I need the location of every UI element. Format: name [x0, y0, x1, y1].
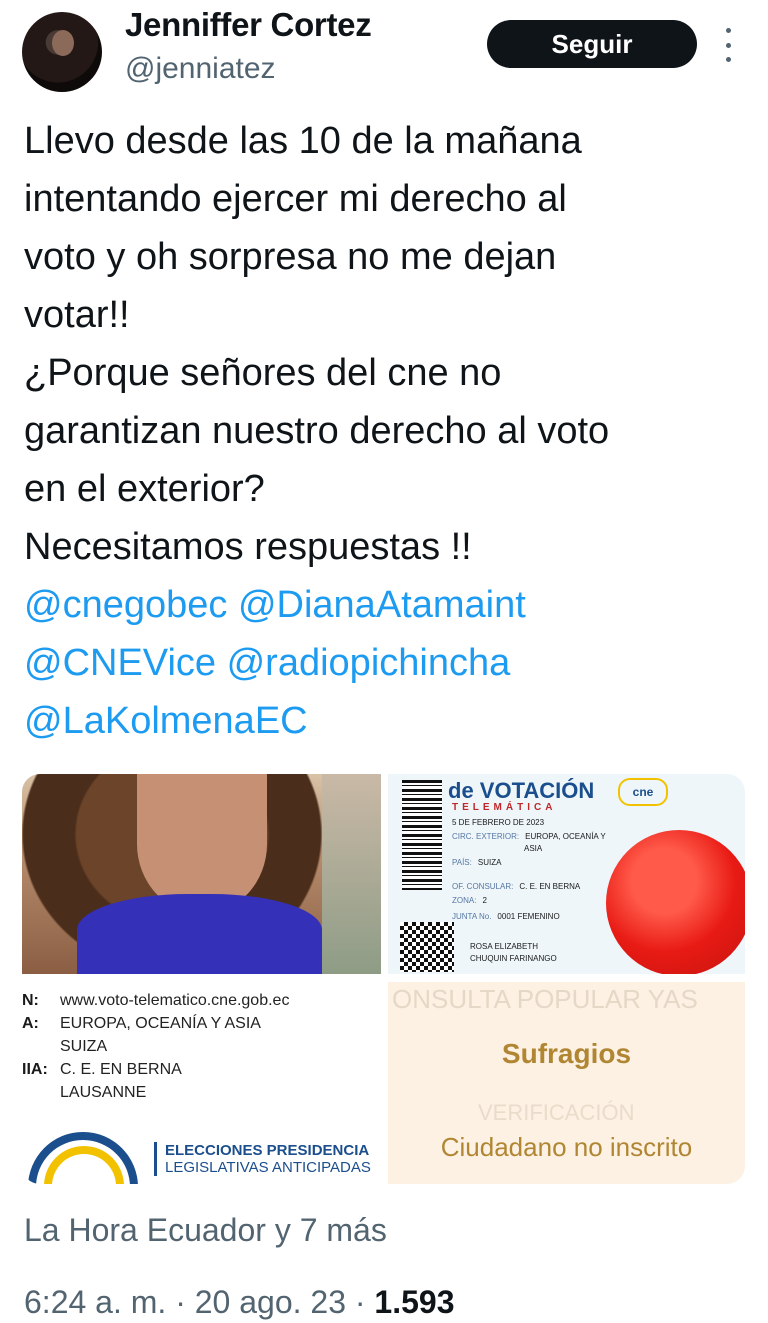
sufragios-title: Sufragios: [501, 1038, 632, 1069]
sufragios-thumbnail[interactable]: ONSULTA POPULAR YAS Sufragios VERIFICACI…: [388, 982, 745, 1184]
tweet-header: Jenniffer Cortez @jenniatez Seguir: [0, 0, 768, 110]
election-line-2: LEGISLATIVAS ANTICIPADAS: [165, 1159, 371, 1176]
mention-link[interactable]: @cnegobec: [24, 584, 227, 626]
certificate-subtitle: TELEMÁTICA: [452, 802, 557, 813]
certificate-consular: OF. CONSULAR: C. E. EN BERNA: [452, 882, 581, 891]
certificate-zona: ZONA: 2: [452, 896, 487, 905]
more-options-icon[interactable]: [720, 28, 736, 62]
separator: ·: [345, 1284, 375, 1320]
separator: ·: [166, 1284, 195, 1320]
barcode-image: [402, 780, 442, 890]
cne-logo: cne: [618, 778, 668, 806]
election-banner: ELECCIONES PRESIDENCIA LEGISLATIVAS ANTI…: [154, 1142, 371, 1176]
faint-heading: ONSULTA POPULAR YAS: [392, 984, 698, 1014]
qr-code-image: [400, 922, 454, 972]
faint-verification: VERIFICACIÓN: [478, 1100, 635, 1125]
certificate-title: de VOTACIÓN: [448, 778, 595, 803]
mention-link[interactable]: @DianaAtamaint: [238, 584, 526, 626]
follow-button[interactable]: Seguir: [487, 20, 697, 68]
certificate-signer: CHUQUIN FARINANGO: [470, 954, 557, 963]
tweet-time[interactable]: 6:24 a. m.: [24, 1284, 166, 1320]
mention-line: @cnegobec @DianaAtamaint: [24, 576, 754, 634]
tweet-date[interactable]: 20 ago. 23: [195, 1284, 346, 1320]
tagged-attribution[interactable]: La Hora Ecuador y 7 más: [24, 1212, 387, 1249]
tweet-line: intentando ejercer mi derecho al: [24, 178, 567, 220]
certificate-thumbnail[interactable]: de VOTACIÓN TELEMÁTICA cne 5 DE FEBRERO …: [388, 774, 745, 974]
certificate-junta: JUNTA No. 0001 FEMENINO: [452, 912, 560, 921]
certificate-pais: PAÍS: SUIZA: [452, 858, 502, 867]
avatar[interactable]: [22, 12, 102, 92]
mention-link[interactable]: @LaKolmenaEC: [24, 700, 308, 742]
registration-status: Ciudadano no inscrito: [440, 1132, 693, 1162]
tweet-text: Llevo desde las 10 de la mañana intentan…: [24, 112, 754, 750]
tweet-line: votar!!: [24, 294, 130, 336]
tweet-line: voto y oh sorpresa no me dejan: [24, 236, 557, 278]
view-count: 1.593: [374, 1284, 455, 1320]
tweet-line: ¿Porque señores del cne no: [24, 352, 502, 394]
tweet-meta: 6:24 a. m. · 20 ago. 23 · 1.593: [24, 1284, 455, 1321]
author-name[interactable]: Jenniffer Cortez: [125, 6, 372, 44]
tweet-line: Necesitamos respuestas !!: [24, 526, 472, 568]
author-handle[interactable]: @jenniatez: [125, 52, 276, 86]
tweet-line: en el exterior?: [24, 468, 265, 510]
mention-link[interactable]: @radiopichincha: [227, 642, 511, 684]
mention-line: @CNEVice @radiopichincha: [24, 634, 754, 692]
tweet-line: garantizan nuestro derecho al voto: [24, 410, 610, 452]
certificate-date: 5 DE FEBRERO DE 2023: [452, 818, 545, 827]
tweet-line: Llevo desde las 10 de la mañana: [24, 120, 582, 162]
mention-link[interactable]: @CNEVice: [24, 642, 216, 684]
mention-line: @LaKolmenaEC: [24, 692, 754, 750]
certificate-signer: ROSA ELIZABETH: [470, 942, 539, 951]
media-grid: de VOTACIÓN TELEMÁTICA cne 5 DE FEBRERO …: [22, 774, 745, 1184]
certificate-circ-2: ASIA: [524, 844, 543, 853]
info-thumbnail[interactable]: N: www.voto-telematico.cne.gob.ec A: EUROP…: [22, 982, 381, 1184]
certificate-circ: CIRC. EXTERIOR: EUROPA, OCEANÍA Y: [452, 832, 606, 841]
red-circle-overlay: [606, 830, 745, 974]
photo-thumbnail[interactable]: [22, 774, 381, 974]
election-line-1: ELECCIONES PRESIDENCIA: [165, 1142, 370, 1159]
